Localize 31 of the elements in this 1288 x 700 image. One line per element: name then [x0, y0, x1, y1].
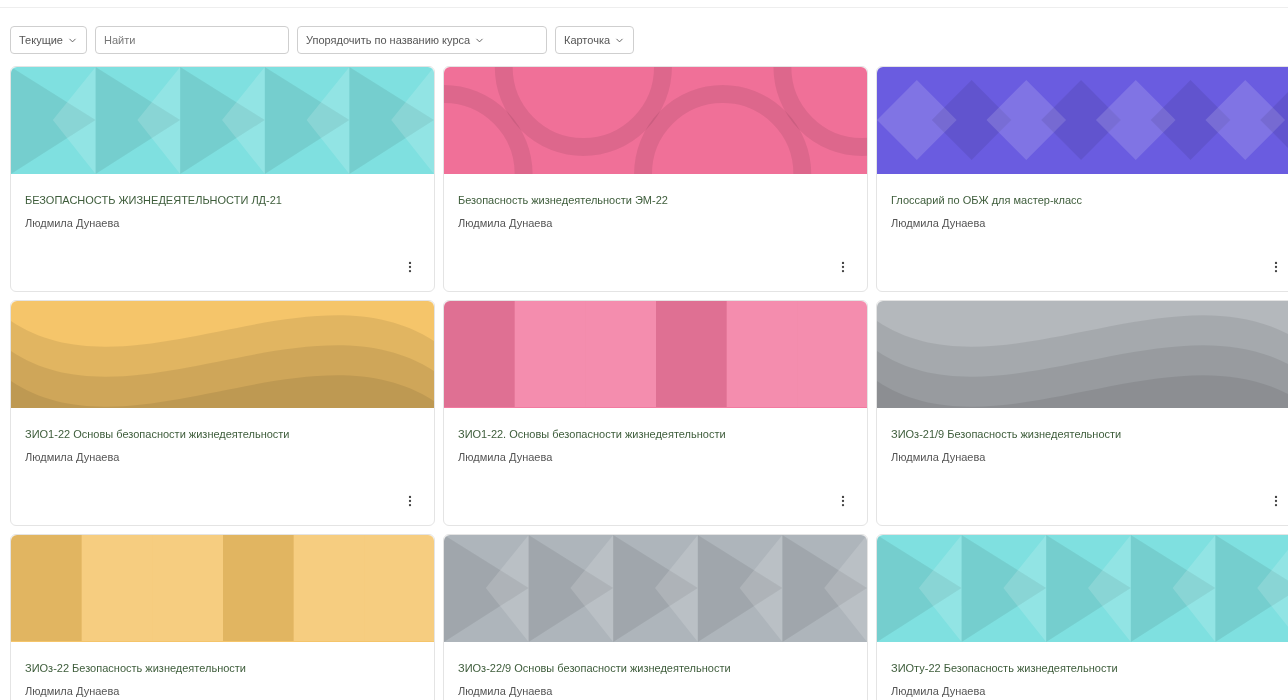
course-title[interactable]: Глоссарий по ОБЖ для мастер-класс	[891, 192, 1286, 209]
sort-dropdown[interactable]: Упорядочить по названию курса	[296, 26, 547, 54]
course-title[interactable]: ЗИОз-22/9 Основы безопасности жизнедеятельности	[458, 660, 853, 677]
course-author: Людмила Дунаева	[891, 683, 987, 699]
course-card[interactable]: ЗИОз-22/9 Основы безопасности жизнедеятельности Людмила Дунаева	[443, 534, 868, 700]
course-author: Людмила Дунаева	[458, 449, 554, 465]
course-author: Людмила Дунаева	[458, 683, 554, 699]
course-title[interactable]: ЗИОту-22 Безопасность жизнедеятельности	[891, 660, 1286, 677]
course-title[interactable]: ЗИОз-22 Безопасность жизнедеятельности	[25, 660, 420, 677]
grouping-dropdown[interactable]: Текущие	[10, 26, 87, 54]
course-title[interactable]: ЗИО1-22. Основы безопасности жизнедеятельности	[458, 426, 853, 443]
course-card[interactable]: ЗИО1-22. Основы безопасности жизнедеятельности Людмила Дунаева	[443, 300, 868, 526]
course-author: Людмила Дунаева	[25, 683, 121, 699]
course-title[interactable]: БЕЗОПАСНОСТЬ ЖИЗНЕДЕЯТЕЛЬНОСТИ ЛД-21	[25, 192, 420, 209]
course-card[interactable]: БЕЗОПАСНОСТЬ ЖИЗНЕДЕЯТЕЛЬНОСТИ ЛД-21 Людмила Дунаева	[10, 66, 435, 292]
course-author: Людмила Дунаева	[458, 215, 554, 231]
course-card[interactable]: ЗИОз-22 Безопасность жизнедеятельности Людмила Дунаева	[10, 534, 435, 700]
course-card[interactable]: ЗИОз-21/9 Безопасность жизнедеятельности Людмила Дунаева	[876, 300, 1288, 526]
course-title[interactable]: Безопасность жизнедеятельности ЭМ-22	[458, 192, 853, 209]
course-title[interactable]: ЗИО1-22 Основы безопасности жизнедеятельности	[25, 426, 420, 443]
course-author: Людмила Дунаева	[891, 449, 987, 465]
course-card[interactable]: Глоссарий по ОБЖ для мастер-класс Людмила Дунаева	[876, 66, 1288, 292]
course-author: Людмила Дунаева	[25, 215, 121, 231]
course-author: Людмила Дунаева	[25, 449, 121, 465]
view-dropdown[interactable]: Карточка	[554, 26, 635, 54]
course-author: Людмила Дунаева	[891, 215, 987, 231]
course-title[interactable]: ЗИОз-21/9 Безопасность жизнедеятельности	[891, 426, 1286, 443]
course-card[interactable]: ЗИО1-22 Основы безопасности жизнедеятельности Людмила Дунаева	[10, 300, 435, 526]
course-card[interactable]: ЗИОту-22 Безопасность жизнедеятельности Людмила Дунаева	[876, 534, 1288, 700]
course-card[interactable]: Безопасность жизнедеятельности ЭМ-22 Людмила Дунаева	[443, 66, 868, 292]
search-field[interactable]: Найти	[94, 26, 289, 54]
